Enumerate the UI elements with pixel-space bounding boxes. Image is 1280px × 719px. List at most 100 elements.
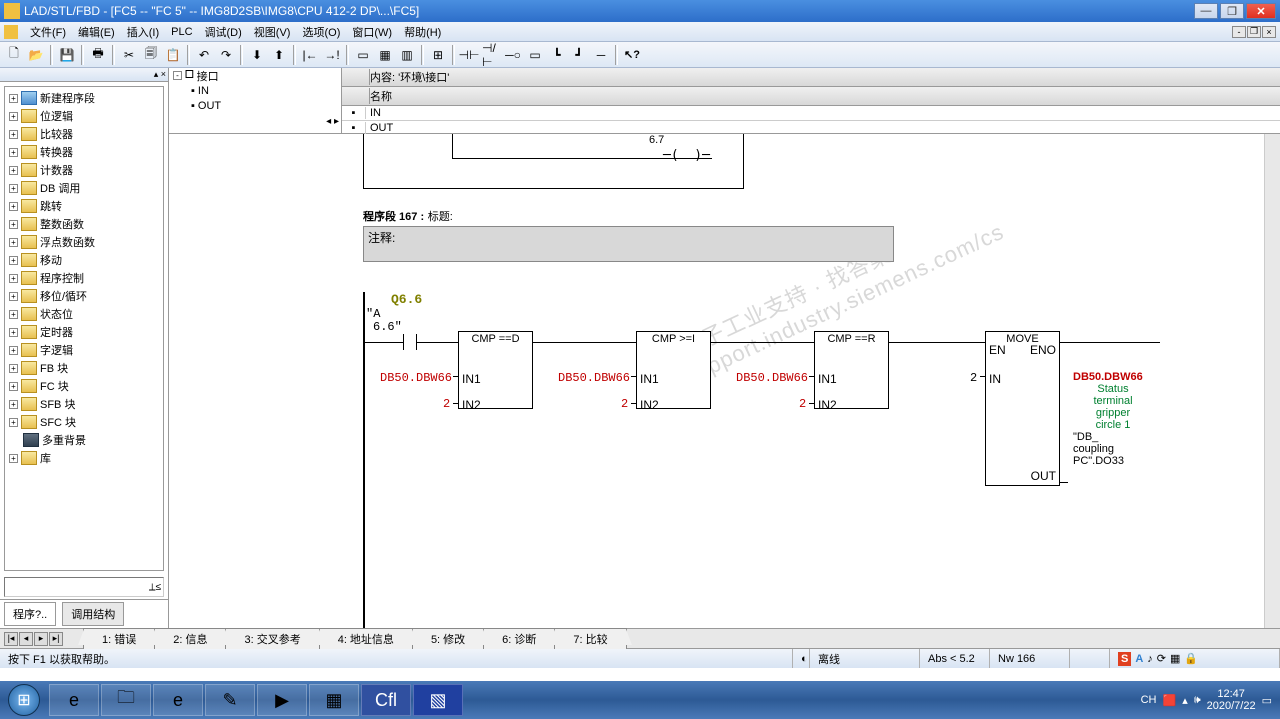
new-button[interactable]: 🗋 xyxy=(4,45,24,65)
tree-item[interactable]: +比较器 xyxy=(7,125,161,143)
network-button[interactable]: ⊞ xyxy=(428,45,448,65)
tree-item[interactable]: +FC 块 xyxy=(7,377,161,395)
tab-compare[interactable]: 7: 比较 xyxy=(554,628,626,649)
network-comment[interactable]: 注释: xyxy=(363,226,894,262)
task-app2[interactable]: ▶ xyxy=(257,684,307,716)
contact-nc-button[interactable]: ⊣/⊢ xyxy=(481,45,501,65)
tree-item[interactable]: +计数器 xyxy=(7,161,161,179)
doc-restore-button[interactable]: ❐ xyxy=(1247,26,1261,38)
save-button[interactable]: 💾 xyxy=(57,45,77,65)
task-app5[interactable]: ▧ xyxy=(413,684,463,716)
tab-nav-prev[interactable]: ◂ xyxy=(19,632,33,646)
tree-item[interactable]: +浮点数函数 xyxy=(7,233,161,251)
cmp1-in2-val[interactable]: 2 xyxy=(443,397,450,411)
move-in-val[interactable]: 2 xyxy=(970,371,977,385)
open-button[interactable]: 📂 xyxy=(26,45,46,65)
tree-item[interactable]: +库 xyxy=(7,449,161,467)
menu-edit[interactable]: 编辑(E) xyxy=(72,22,121,42)
menu-help[interactable]: 帮助(H) xyxy=(398,22,447,42)
system-tray[interactable]: CH 🟥▴🕪 12:47 2020/7/22 ▭ xyxy=(1141,688,1280,712)
tab-xref[interactable]: 3: 交叉参考 xyxy=(225,628,319,649)
menu-view[interactable]: 视图(V) xyxy=(248,22,297,42)
menu-window[interactable]: 窗口(W) xyxy=(346,22,398,42)
minimize-button[interactable]: — xyxy=(1194,3,1218,19)
tree-item[interactable]: +程序控制 xyxy=(7,269,161,287)
if-root[interactable]: 接口 xyxy=(197,68,219,84)
cmp2-in1-val[interactable]: DB50.DBW66 xyxy=(558,371,630,385)
view2-button[interactable]: ▦ xyxy=(375,45,395,65)
task-app3[interactable]: ▦ xyxy=(309,684,359,716)
tree-item[interactable]: +移位/循环 xyxy=(7,287,161,305)
start-button[interactable]: ⊞ xyxy=(0,681,48,719)
if-row-out[interactable]: OUT xyxy=(366,122,393,134)
tree-item[interactable]: +字逻辑 xyxy=(7,341,161,359)
tree-item[interactable]: 多重背景 xyxy=(7,431,161,449)
task-app4[interactable]: Cfl xyxy=(361,684,411,716)
tab-nav-last[interactable]: ▸| xyxy=(49,632,63,646)
copy-button[interactable]: 🗐 xyxy=(141,45,161,65)
print-button[interactable]: 🖶 xyxy=(88,45,108,65)
cmp-eq-r-box[interactable]: CMP ==R IN1 IN2 xyxy=(814,331,889,409)
tree-item[interactable]: +整数函数 xyxy=(7,215,161,233)
task-ie2[interactable]: e xyxy=(153,684,203,716)
view1-button[interactable]: ▭ xyxy=(353,45,373,65)
cmp3-in2-val[interactable]: 2 xyxy=(799,397,806,411)
clock[interactable]: 12:47 2020/7/22 xyxy=(1207,688,1256,712)
tab-nav-first[interactable]: |◂ xyxy=(4,632,18,646)
cut-button[interactable]: ✂ xyxy=(119,45,139,65)
cmp-eq-d-box[interactable]: CMP ==D IN1 IN2 xyxy=(458,331,533,409)
tree-item[interactable]: +新建程序段 xyxy=(7,89,161,107)
menu-debug[interactable]: 调试(D) xyxy=(199,22,248,42)
move-out-label[interactable]: DB50.DBW66 Status terminal gripper circl… xyxy=(1073,371,1153,467)
menu-insert[interactable]: 插入(I) xyxy=(121,22,165,42)
cmp3-in1-val[interactable]: DB50.DBW66 xyxy=(736,371,808,385)
instruction-tree[interactable]: +新建程序段+位逻辑+比较器+转换器+计数器+DB 调用+跳转+整数函数+浮点数… xyxy=(4,86,164,571)
interface-table[interactable]: 内容: '环境\接口' 名称 ▪IN ▪OUT xyxy=(342,68,1280,133)
tree-item[interactable]: +移动 xyxy=(7,251,161,269)
download-button[interactable]: ⬇ xyxy=(247,45,267,65)
tab-addr[interactable]: 4: 地址信息 xyxy=(319,628,413,649)
doc-min-button[interactable]: - xyxy=(1232,26,1246,38)
tab-modify[interactable]: 5: 修改 xyxy=(412,628,484,649)
tree-item[interactable]: +定时器 xyxy=(7,323,161,341)
branch-close-button[interactable]: ┛ xyxy=(569,45,589,65)
tree-item[interactable]: +SFB 块 xyxy=(7,395,161,413)
menu-options[interactable]: 选项(O) xyxy=(296,22,346,42)
network-title[interactable]: 程序段 167 : 标题: xyxy=(363,208,453,224)
tab-errors[interactable]: 1: 错误 xyxy=(83,628,155,649)
if-out[interactable]: OUT xyxy=(198,100,221,112)
box-button[interactable]: ▭ xyxy=(525,45,545,65)
undo-button[interactable]: ↶ xyxy=(194,45,214,65)
contact-address[interactable]: Q6.6 xyxy=(391,292,422,307)
view3-button[interactable]: ▥ xyxy=(397,45,417,65)
filter-input[interactable]: ⟂≤ xyxy=(4,577,164,597)
task-explorer[interactable]: 🗀 xyxy=(101,684,151,716)
tree-item[interactable]: +FB 块 xyxy=(7,359,161,377)
tree-item[interactable]: +DB 调用 xyxy=(7,179,161,197)
interface-tree[interactable]: -🞐 接口 ▪ IN ▪ OUT ◂ ▸ xyxy=(169,68,342,133)
contact-no-button[interactable]: ⊣⊢ xyxy=(459,45,479,65)
goto2-button[interactable]: →! xyxy=(322,45,342,65)
menu-file[interactable]: 文件(F) xyxy=(24,22,72,42)
close-button[interactable]: ✕ xyxy=(1246,3,1276,19)
help-context-button[interactable]: ↖? xyxy=(622,45,642,65)
tab-diag[interactable]: 6: 诊断 xyxy=(483,628,555,649)
branch-open-button[interactable]: ┗ xyxy=(547,45,567,65)
coil-button[interactable]: ─○ xyxy=(503,45,523,65)
tree-item[interactable]: +状态位 xyxy=(7,305,161,323)
tab-call-structure[interactable]: 调用结构 xyxy=(62,602,124,626)
doc-close-button[interactable]: × xyxy=(1262,26,1276,38)
conn-button[interactable]: ─ xyxy=(591,45,611,65)
goto-button[interactable]: |← xyxy=(300,45,320,65)
paste-button[interactable]: 📋 xyxy=(163,45,183,65)
ladder-canvas[interactable]: 西门子工业支持 · 找答案 support.industry.siemens.c… xyxy=(169,134,1280,628)
task-app1[interactable]: ✎ xyxy=(205,684,255,716)
cmp2-in2-val[interactable]: 2 xyxy=(621,397,628,411)
move-box[interactable]: MOVE EN ENO IN OUT xyxy=(985,331,1060,486)
tree-item[interactable]: +SFC 块 xyxy=(7,413,161,431)
tree-item[interactable]: +转换器 xyxy=(7,143,161,161)
tree-item[interactable]: +位逻辑 xyxy=(7,107,161,125)
menu-plc[interactable]: PLC xyxy=(165,24,198,40)
tab-program[interactable]: 程序?.. xyxy=(4,602,56,626)
no-contact[interactable] xyxy=(365,336,455,350)
